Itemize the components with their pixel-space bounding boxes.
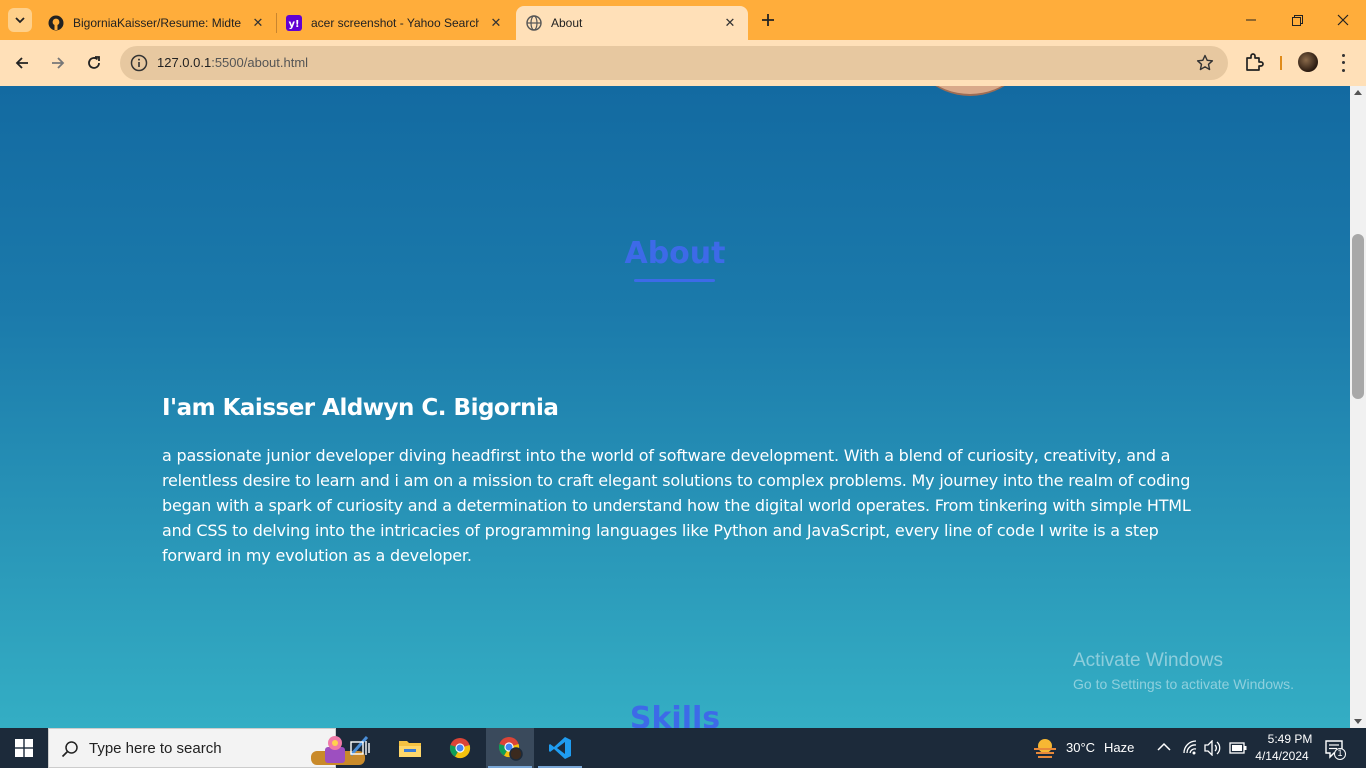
clock-time[interactable]: 5:49 PM <box>1260 732 1320 746</box>
url-host: 127.0.0.1 <box>157 55 212 70</box>
weather-desc[interactable]: Haze <box>1104 740 1134 755</box>
tab-search-button[interactable] <box>8 8 32 32</box>
tab-strip: BigorniaKaisser/Resume: Midte ✕ y! acer … <box>0 0 1366 40</box>
tab-title: BigorniaKaisser/Resume: Midte <box>73 16 241 30</box>
yahoo-icon: y! <box>286 15 302 31</box>
toolbar-divider <box>1280 56 1282 70</box>
plus-icon <box>762 14 774 26</box>
clock-date[interactable]: 4/14/2024 <box>1252 749 1312 763</box>
svg-text:y!: y! <box>288 19 299 30</box>
restore-button[interactable] <box>1274 0 1320 40</box>
profile-avatar[interactable] <box>1298 52 1318 72</box>
browser-toolbar: 127.0.0.1:5500/about.html <box>0 40 1366 86</box>
new-tab-button[interactable] <box>756 8 780 32</box>
battery-icon[interactable] <box>1229 742 1247 754</box>
arrow-right-icon <box>52 57 65 69</box>
forward-button[interactable] <box>45 50 71 76</box>
more-menu-icon[interactable] <box>1336 52 1350 74</box>
vscode-button[interactable] <box>536 728 584 768</box>
scroll-down-arrow-icon[interactable] <box>1354 719 1362 724</box>
chrome-profile-button[interactable] <box>486 728 534 768</box>
about-paragraph: a passionate junior developer diving hea… <box>162 446 1191 565</box>
search-icon <box>61 741 78 758</box>
chrome-profile-icon <box>498 737 523 761</box>
close-icon <box>1337 14 1349 26</box>
search-placeholder: Type here to search <box>89 740 222 757</box>
reload-button[interactable] <box>81 50 107 76</box>
profile-photo <box>905 86 1035 96</box>
star-icon[interactable] <box>1196 54 1214 72</box>
start-button[interactable] <box>0 728 48 768</box>
tab-github[interactable]: BigorniaKaisser/Resume: Midte ✕ <box>38 6 276 40</box>
minimize-button[interactable] <box>1228 0 1274 40</box>
chrome-icon <box>449 738 471 759</box>
chrome-button[interactable] <box>436 728 484 768</box>
tab-title: About <box>551 16 583 30</box>
page-scrollbar[interactable] <box>1350 86 1366 728</box>
github-icon <box>48 15 64 31</box>
info-icon[interactable] <box>130 54 148 72</box>
close-window-button[interactable] <box>1320 0 1366 40</box>
reload-icon <box>88 56 100 69</box>
file-explorer-button[interactable] <box>386 728 434 768</box>
watermark-subtitle: Go to Settings to activate Windows. <box>1073 676 1294 692</box>
extensions-icon[interactable] <box>1243 51 1265 73</box>
watermark-title: Activate Windows <box>1073 650 1223 671</box>
close-icon[interactable]: ✕ <box>250 15 266 31</box>
task-view-icon <box>350 741 370 755</box>
notification-badge: 1 <box>1337 748 1343 758</box>
taskbar-search-box[interactable]: Type here to search <box>48 728 369 768</box>
windows-logo-icon <box>15 739 33 757</box>
skills-section-title: Skills <box>629 701 721 728</box>
close-icon[interactable]: ✕ <box>722 15 738 31</box>
windows-taskbar: Type here to search 30°C Haze 5:49 PM 4/… <box>0 728 1366 768</box>
scroll-thumb[interactable] <box>1352 234 1364 399</box>
wifi-icon[interactable] <box>1182 740 1198 756</box>
globe-icon <box>526 15 542 31</box>
about-heading: I'am Kaisser Aldwyn C. Bigornia <box>162 395 559 421</box>
about-section-title: About <box>624 236 726 271</box>
weather-haze-icon <box>1034 739 1056 758</box>
task-view-button[interactable] <box>336 728 384 768</box>
title-underline <box>634 279 715 282</box>
activate-windows-watermark: Activate Windows Go to Settings to activ… <box>1073 650 1294 692</box>
tab-title: acer screenshot - Yahoo Search <box>311 16 479 30</box>
tab-yahoo[interactable]: y! acer screenshot - Yahoo Search ✕ <box>276 6 514 40</box>
chevron-down-icon <box>15 17 25 24</box>
chevron-up-icon[interactable] <box>1157 742 1171 752</box>
url-text[interactable]: 127.0.0.1:5500/about.html <box>157 55 308 70</box>
volume-icon[interactable] <box>1204 740 1222 756</box>
minimize-icon <box>1246 19 1256 21</box>
arrow-left-icon <box>15 57 28 69</box>
address-bar[interactable]: 127.0.0.1:5500/about.html <box>120 46 1228 80</box>
url-path: :5500/about.html <box>211 55 309 70</box>
page-viewport: About I'am Kaisser Aldwyn C. Bigornia a … <box>0 86 1350 728</box>
folder-icon <box>399 741 421 757</box>
restore-icon <box>1291 14 1303 26</box>
back-button[interactable] <box>9 50 35 76</box>
vscode-icon <box>549 737 571 759</box>
close-icon[interactable]: ✕ <box>488 15 504 31</box>
scroll-up-arrow-icon[interactable] <box>1354 90 1362 95</box>
weather-temp[interactable]: 30°C <box>1066 740 1095 755</box>
tab-about[interactable]: About ✕ <box>516 6 748 40</box>
